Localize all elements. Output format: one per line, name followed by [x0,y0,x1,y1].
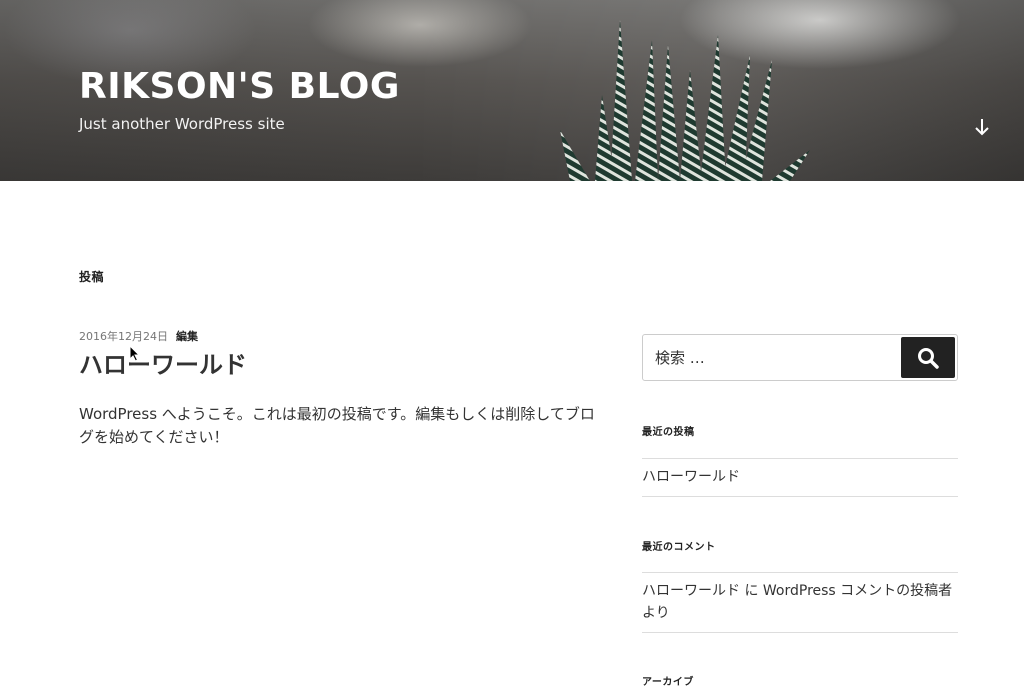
search-input[interactable] [643,335,899,380]
edit-link[interactable]: 編集 [176,330,198,343]
recent-posts-list: ハローワールド [642,458,958,497]
recent-post-link[interactable]: ハローワールド [642,469,740,485]
page-title: 投稿 [79,270,105,284]
search-button[interactable] [901,337,955,378]
search-icon [918,347,939,369]
post-excerpt: WordPress へようこそ。これは最初の投稿です。編集もしくは削除してブログ… [79,405,595,446]
site-header: RIKSON'S BLOG Just another WordPress sit… [0,0,1024,181]
recent-comment-link[interactable]: ハローワールド に WordPress コメントの投稿者 より [642,583,952,621]
site-description: Just another WordPress site [79,115,285,133]
post-date[interactable]: 2016年12月24日 [79,330,168,343]
recent-comments-heading: 最近のコメント [642,542,716,553]
post-title[interactable]: ハローワールド [79,345,247,380]
list-item: ハローワールド [642,458,958,497]
post-meta: 2016年12月24日 編集 [79,328,198,344]
mouse-cursor-icon [129,345,140,362]
list-item: ハローワールド に WordPress コメントの投稿者 より [642,572,958,633]
recent-posts-heading: 最近の投稿 [642,427,695,438]
recent-comments-list: ハローワールド に WordPress コメントの投稿者 より [642,572,958,633]
plant-header-image [560,20,810,181]
search-form [642,334,958,381]
site-title[interactable]: RIKSON'S BLOG [79,66,400,107]
scroll-down-arrow-icon[interactable] [970,115,994,139]
archives-heading: アーカイブ [642,677,694,688]
